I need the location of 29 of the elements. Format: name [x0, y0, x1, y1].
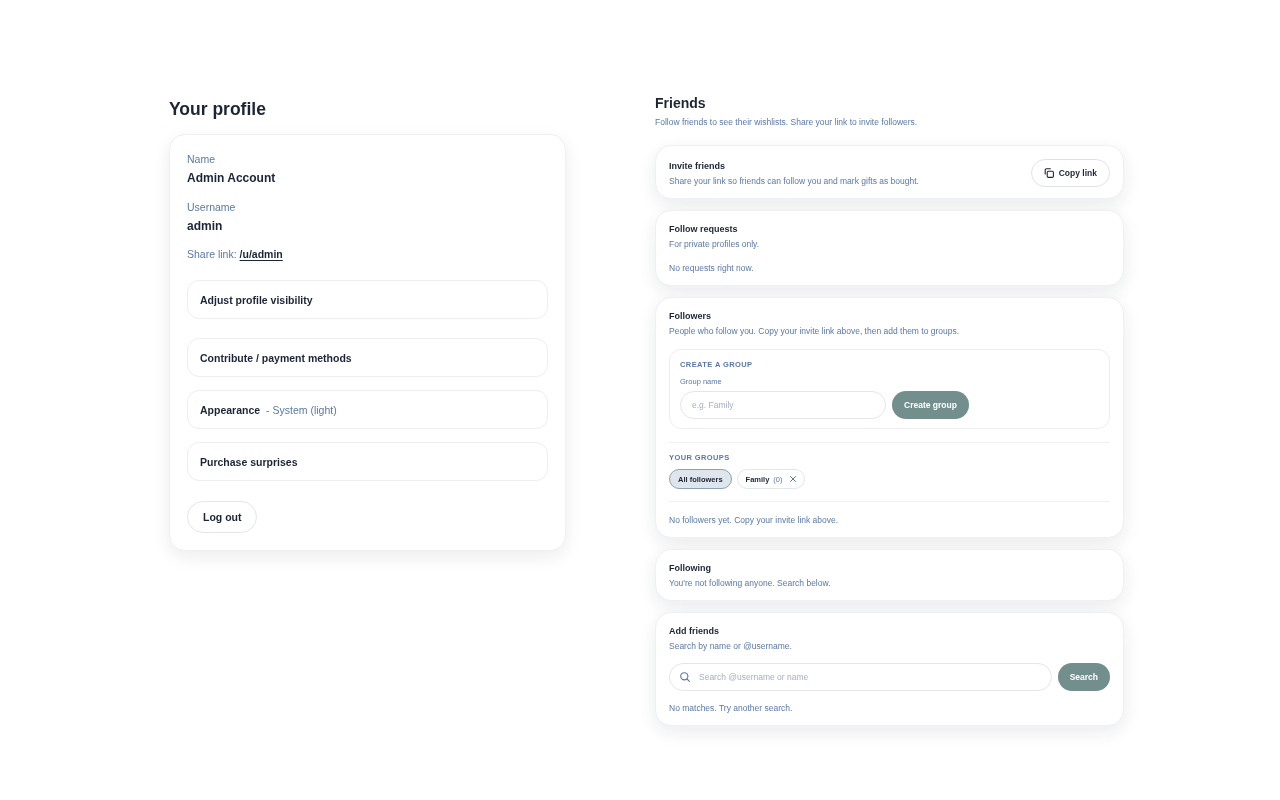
- empty-message: No requests right now.: [669, 262, 754, 274]
- section-subtitle: Follow friends to see their wishlists. Share your link to invite followers.: [655, 116, 919, 128]
- card-description: For private profiles only.: [669, 238, 760, 250]
- section-title: Friends: [655, 94, 707, 112]
- share-link[interactable]: /u/admin: [239, 247, 283, 261]
- close-icon[interactable]: [789, 476, 796, 482]
- empty-message: No followers yet. Copy your invite link above.: [669, 514, 839, 526]
- section-title: Your profile: [169, 98, 267, 120]
- field-label: Name: [187, 152, 215, 166]
- card-title: Follow requests: [669, 223, 738, 235]
- card-title: Add friends: [669, 625, 719, 637]
- field-label: Username: [187, 200, 236, 214]
- card-description: Search by name or @username.: [669, 640, 792, 652]
- card-title: Followers: [669, 310, 711, 322]
- card-description: People who follow you. Copy your invite link above, then add them to groups.: [669, 325, 960, 337]
- card-description: Share your link so friends can follow you and mark gifts as bought.: [669, 174, 919, 187]
- card-title: Invite friends: [669, 159, 725, 172]
- settings-row-button[interactable]: Adjust profile visibility: [187, 280, 548, 319]
- settings-row-button[interactable]: Contribute / payment methods: [187, 338, 548, 377]
- card-title: Following: [669, 562, 711, 574]
- copy-icon: [1043, 168, 1054, 178]
- search-icon: [680, 672, 690, 682]
- settings-row-button[interactable]: Purchase surprises: [187, 442, 548, 481]
- field-value: Admin Account: [187, 171, 276, 185]
- empty-message: No matches. Try another search.: [669, 702, 793, 714]
- share-link-label: Share link:: [187, 247, 237, 261]
- field-value: admin: [187, 219, 223, 233]
- settings-row-button[interactable]: Appearance - System (light): [187, 390, 548, 429]
- card-description: You're not following anyone. Search below.: [669, 577, 831, 589]
